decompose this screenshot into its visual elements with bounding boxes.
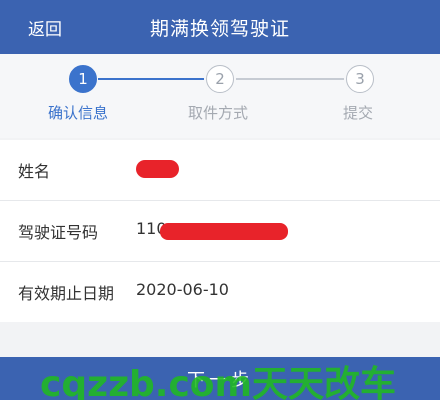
step-3-indicator: 3 bbox=[346, 65, 374, 93]
info-row-license-number: 驾驶证号码 110 bbox=[0, 200, 440, 261]
info-row-expiry-date: 有效期止日期 2020-06-10 bbox=[0, 261, 440, 322]
name-label: 姓名 bbox=[18, 162, 51, 181]
license-number-redaction-mark bbox=[160, 223, 288, 240]
info-card: 姓名 驾驶证号码 110 有效期止日期 2020-06-10 bbox=[0, 140, 440, 322]
step-2-indicator: 2 bbox=[206, 65, 234, 93]
license-number-label: 驾驶证号码 bbox=[18, 223, 99, 242]
info-row-name: 姓名 bbox=[0, 140, 440, 200]
expiry-date-value: 2020-06-10 bbox=[136, 280, 229, 299]
step-1-indicator: 1 bbox=[69, 65, 97, 93]
watermark-text: cqzzb.com天天改车 bbox=[40, 364, 397, 400]
expiry-date-label: 有效期止日期 bbox=[18, 284, 115, 303]
step-2-label: 取件方式 bbox=[188, 104, 249, 122]
step-1-label: 确认信息 bbox=[48, 104, 109, 122]
step-connector-completed bbox=[98, 78, 204, 80]
progress-stepper: 1 2 3 确认信息 取件方式 提交 bbox=[0, 54, 440, 138]
app-screen: 返回 期满换领驾驶证 1 2 3 确认信息 取件方式 提交 姓名 驾驶证号码 1… bbox=[0, 0, 440, 400]
nav-bar: 返回 期满换领驾驶证 bbox=[0, 0, 440, 54]
name-redaction-mark bbox=[136, 160, 179, 178]
page-title: 期满换领驾驶证 bbox=[149, 18, 290, 40]
step-connector-pending bbox=[236, 78, 344, 80]
step-3-label: 提交 bbox=[343, 104, 374, 122]
